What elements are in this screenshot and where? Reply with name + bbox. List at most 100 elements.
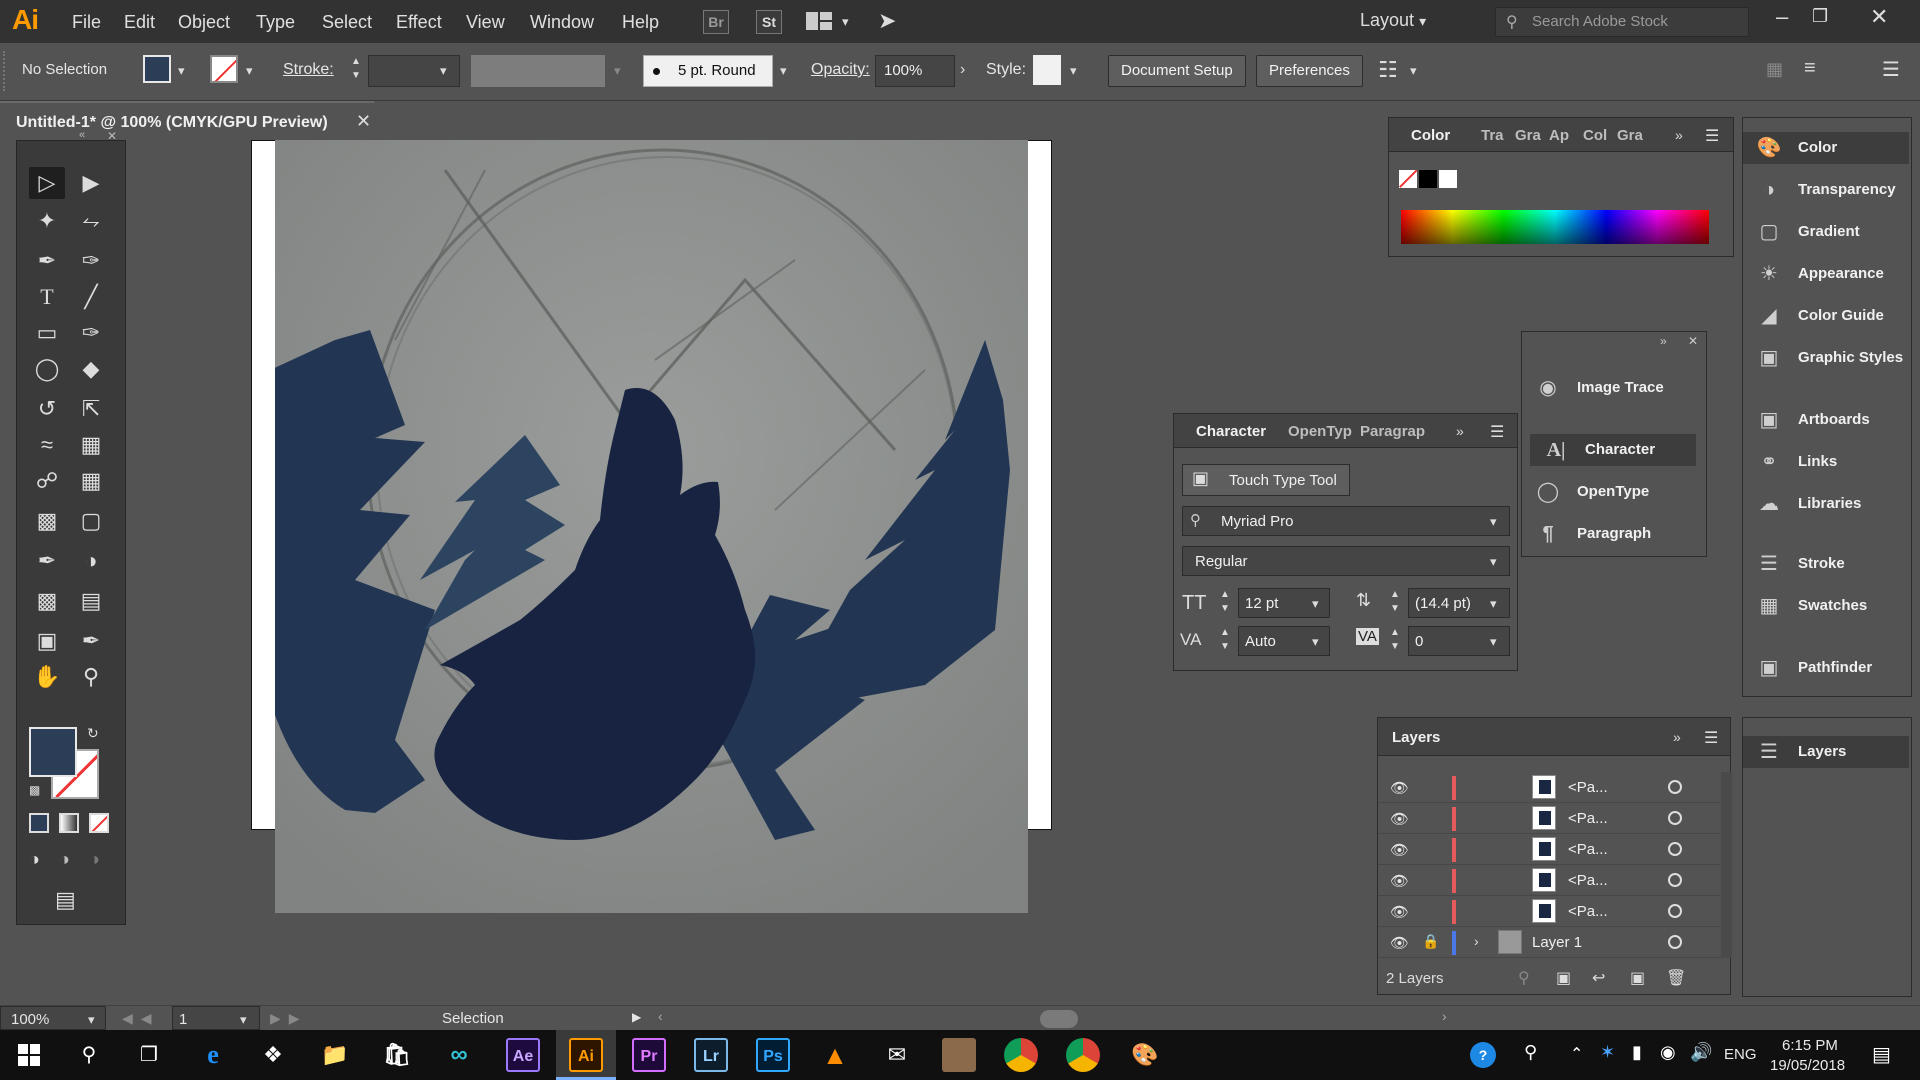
clock-time[interactable]: 6:15 PM xyxy=(1782,1037,1838,1054)
kerning-chevron-icon[interactable]: ▾ xyxy=(1312,634,1319,650)
line-tool-icon[interactable]: ╱ xyxy=(73,281,109,313)
workspace-switcher[interactable]: Layout ▾ xyxy=(1360,10,1426,31)
gradient-mode-icon[interactable] xyxy=(59,813,79,833)
create-sublayer-icon[interactable]: ↩ xyxy=(1592,968,1605,988)
dock-libraries[interactable]: ☁ Libraries xyxy=(1743,488,1913,520)
premiere-icon[interactable]: Pr xyxy=(632,1038,666,1072)
visibility-eye-icon[interactable]: 👁 xyxy=(1390,872,1409,890)
target-circle-icon[interactable] xyxy=(1668,780,1682,794)
layers-menu-icon[interactable]: ☰ xyxy=(1704,728,1718,748)
layer-row-layer-1[interactable]: 👁 🔒 › Layer 1 xyxy=(1378,927,1721,958)
color-mode-icon[interactable] xyxy=(29,813,49,833)
rotate-tool-icon[interactable]: ↺ xyxy=(29,393,65,425)
close-dock-icon[interactable]: ✕ xyxy=(1688,334,1698,348)
lasso-tool-icon[interactable]: ⥊ xyxy=(73,205,109,237)
menu-object[interactable]: Object xyxy=(178,12,230,33)
gpu-rocket-icon[interactable]: ➤ xyxy=(878,8,896,34)
vlc-icon[interactable]: ▲ xyxy=(818,1038,852,1072)
none-swatch[interactable] xyxy=(1399,170,1417,188)
layers-scrollbar[interactable] xyxy=(1721,772,1732,958)
bridge-button[interactable]: Br xyxy=(703,10,729,34)
menu-edit[interactable]: Edit xyxy=(124,12,155,33)
artboard-nav-last-icon[interactable]: ▶▶ xyxy=(270,1010,308,1027)
eyedropper-tool-icon[interactable]: ✒ xyxy=(29,545,65,577)
layer-row[interactable]: 👁 <Pa... xyxy=(1378,896,1721,927)
target-circle-icon[interactable] xyxy=(1668,904,1682,918)
type-tool-icon[interactable]: T xyxy=(29,281,65,313)
windows-start-icon[interactable] xyxy=(18,1044,40,1066)
collapse-tools-icon[interactable]: « xyxy=(79,129,85,141)
character-more-tabs-icon[interactable]: » xyxy=(1456,423,1464,439)
close-tools-icon[interactable]: ✕ xyxy=(107,129,117,143)
opacity-label[interactable]: Opacity: xyxy=(811,61,870,79)
menu-help[interactable]: Help xyxy=(622,12,659,33)
screen-mode-icon[interactable]: ▤ xyxy=(55,887,76,913)
dock-opentype[interactable]: ◯ OpenType xyxy=(1522,476,1692,508)
hand-tool-icon[interactable]: ✋ xyxy=(29,661,65,693)
delete-layer-icon[interactable]: 🗑 xyxy=(1666,968,1686,988)
tab-gradient[interactable]: Gra xyxy=(1515,127,1541,144)
selection-tool-icon[interactable]: ▷ xyxy=(29,167,65,199)
layer-row[interactable]: 👁 <Pa... xyxy=(1378,865,1721,896)
tray-expand-icon[interactable]: ⌃ xyxy=(1570,1044,1583,1064)
dock-swatches[interactable]: ▦ Swatches xyxy=(1743,590,1913,622)
wifi-icon[interactable]: ◉ xyxy=(1660,1042,1676,1063)
expand-dock-icon[interactable]: » xyxy=(1660,334,1667,348)
dock-transparency[interactable]: ◑ Transparency xyxy=(1743,174,1913,206)
preferences-button[interactable]: Preferences xyxy=(1256,55,1363,87)
paintbrush-tool-icon[interactable]: ✑ xyxy=(73,317,109,349)
graphic-style-swatch[interactable] xyxy=(1033,55,1061,85)
scroll-right-icon[interactable]: › xyxy=(1442,1008,1447,1024)
close-document-icon[interactable]: ✕ xyxy=(356,111,371,132)
placed-sketch-image[interactable] xyxy=(270,140,1028,913)
more-tabs-icon[interactable]: » xyxy=(1675,127,1683,143)
menu-type[interactable]: Type xyxy=(256,12,295,33)
dock-character[interactable]: A| Character xyxy=(1530,434,1696,466)
search-taskbar-icon[interactable]: ⚲ xyxy=(72,1038,106,1072)
black-swatch[interactable] xyxy=(1419,170,1437,188)
layer-row[interactable]: 👁 <Pa... xyxy=(1378,803,1721,834)
stroke-weight-chevron-icon[interactable]: ▾ xyxy=(440,63,447,79)
color-panel-menu-icon[interactable]: ☰ xyxy=(1705,126,1719,146)
artboard-tool-icon[interactable]: ▣ xyxy=(29,625,65,657)
gradient-tool-icon[interactable]: ▢ xyxy=(73,505,109,537)
stroke-swatch[interactable] xyxy=(210,55,238,83)
font-family-chevron-icon[interactable]: ▾ xyxy=(1490,514,1497,530)
user-photo-app-icon[interactable] xyxy=(942,1038,976,1072)
direct-selection-tool-icon[interactable]: ▶ xyxy=(73,167,109,199)
paint-icon[interactable]: 🎨 xyxy=(1128,1038,1162,1072)
edge-browser-icon[interactable]: e xyxy=(196,1038,230,1072)
shape-builder-tool-icon[interactable]: ☍ xyxy=(29,465,65,497)
arrange-chevron-icon[interactable]: ▾ xyxy=(842,14,849,30)
new-layer-icon[interactable]: ▣ xyxy=(1630,968,1645,988)
scroll-left-icon[interactable]: ‹ xyxy=(658,1008,663,1024)
layer-name[interactable]: <Pa... xyxy=(1568,903,1608,920)
layer-name[interactable]: <Pa... xyxy=(1568,841,1608,858)
help-tray-icon[interactable]: ? xyxy=(1470,1042,1496,1068)
tab-transparency[interactable]: Tra xyxy=(1481,127,1504,144)
tracking-stepper[interactable]: ▲ ▼ xyxy=(1390,626,1400,654)
font-size-chevron-icon[interactable]: ▾ xyxy=(1312,596,1319,612)
white-swatch[interactable] xyxy=(1439,170,1457,188)
dropbox-icon[interactable]: ❖ xyxy=(256,1038,290,1072)
font-size-stepper[interactable]: ▲ ▼ xyxy=(1220,588,1230,616)
variable-width-profile[interactable] xyxy=(471,55,605,87)
font-style-chevron-icon[interactable]: ▾ xyxy=(1490,554,1497,570)
scale-tool-icon[interactable]: ⇱ xyxy=(73,393,109,425)
target-circle-icon[interactable] xyxy=(1668,873,1682,887)
restore-icon[interactable]: ❐ xyxy=(1812,6,1828,27)
stroke-label[interactable]: Stroke: xyxy=(283,61,334,79)
fill-color-box[interactable] xyxy=(29,727,77,777)
make-clipping-mask-icon[interactable]: ▣ xyxy=(1556,968,1571,988)
chrome-icon[interactable] xyxy=(1004,1038,1038,1072)
slice-tool-icon[interactable]: ✒ xyxy=(73,625,109,657)
layer-row[interactable]: 👁 <Pa... xyxy=(1378,834,1721,865)
layer-name[interactable]: <Pa... xyxy=(1568,810,1608,827)
kerning-stepper[interactable]: ▲ ▼ xyxy=(1220,626,1230,654)
store-icon[interactable]: 🛍 xyxy=(380,1038,414,1072)
leading-chevron-icon[interactable]: ▾ xyxy=(1490,596,1497,612)
dock-layers[interactable]: ☰ Layers xyxy=(1743,736,1909,768)
layer-name[interactable]: <Pa... xyxy=(1568,779,1608,796)
dock-color-guide[interactable]: ◢ Color Guide xyxy=(1743,300,1913,332)
battery-icon[interactable]: ▮ xyxy=(1632,1042,1642,1063)
